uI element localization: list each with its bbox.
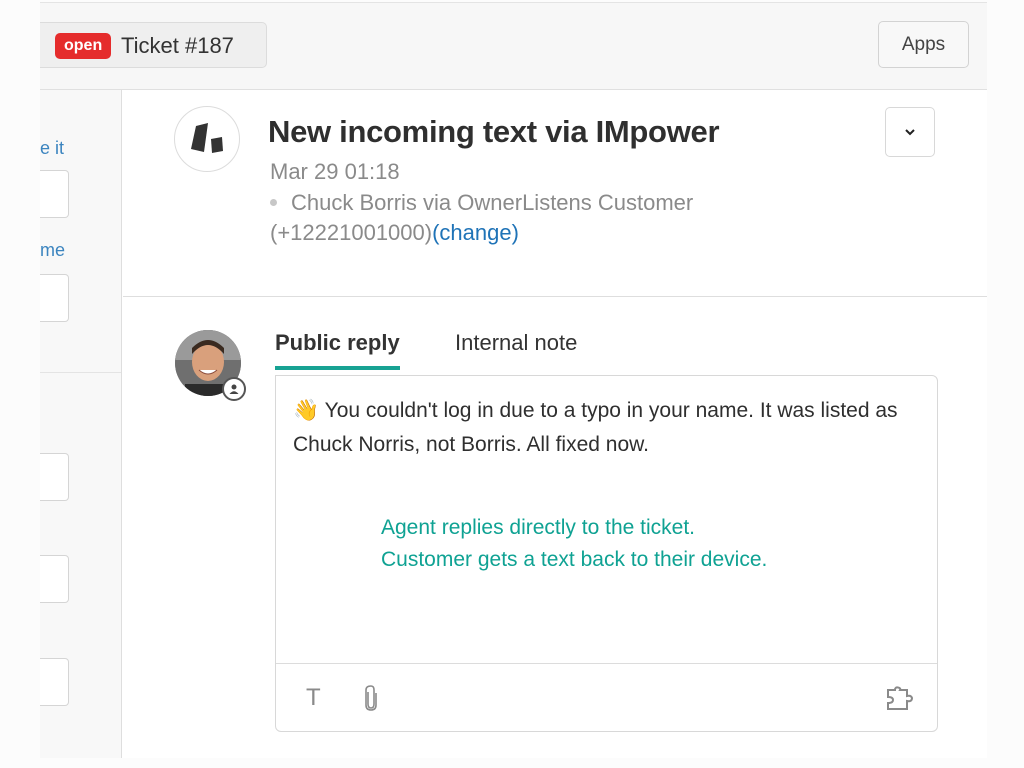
ticket-properties-sidebar: e it me [40, 90, 122, 758]
section-divider [123, 296, 987, 297]
sidebar-field-label[interactable]: e it [40, 138, 64, 159]
ticket-main-panel: New incoming text via IMpower Mar 29 01:… [123, 90, 987, 758]
annotation-callout: Agent replies directly to the ticket. Cu… [381, 512, 767, 576]
reply-body[interactable]: 👋 You couldn't log in due to a typo in y… [293, 394, 913, 462]
reply-editor[interactable]: 👋 You couldn't log in due to a typo in y… [275, 375, 938, 732]
ticket-subject: New incoming text via IMpower [268, 114, 720, 149]
channel-logo [174, 106, 240, 172]
agent-role-badge [222, 377, 246, 401]
ticket-header-bar: open Ticket #187 Apps [40, 3, 987, 90]
ticket-actions-dropdown[interactable] [885, 107, 935, 157]
app-frame: open Ticket #187 Apps e it me New incomi… [40, 2, 987, 758]
bullet-icon [270, 198, 277, 206]
chevron-down-icon [905, 129, 915, 136]
ticket-tab[interactable]: open Ticket #187 [40, 22, 267, 68]
reply-text: You couldn't log in due to a typo in you… [293, 399, 898, 456]
sidebar-field-input[interactable] [40, 274, 69, 322]
editor-toolbar: T [276, 663, 937, 732]
waving-hand-emoji: 👋 [293, 399, 320, 422]
text-format-icon[interactable]: T [306, 684, 321, 712]
tab-public-reply[interactable]: Public reply [275, 330, 400, 370]
sidebar-divider [40, 372, 121, 373]
sidebar-field-input[interactable] [40, 170, 69, 218]
tab-internal-note[interactable]: Internal note [455, 330, 577, 366]
status-badge: open [55, 33, 112, 59]
sidebar-field-input[interactable] [40, 658, 69, 706]
app-logo-icon [191, 123, 223, 153]
annotation-line: Customer gets a text back to their devic… [381, 548, 768, 571]
sidebar-field-label[interactable]: me [40, 240, 65, 261]
apps-button[interactable]: Apps [878, 21, 969, 68]
change-requester-link[interactable]: (change) [432, 220, 519, 245]
attachment-icon[interactable] [362, 684, 380, 719]
annotation-line: Agent replies directly to the ticket. [381, 516, 695, 539]
sidebar-field-input[interactable] [40, 555, 69, 603]
ticket-requester: Chuck Borris via OwnerListens Customer (… [270, 188, 770, 248]
ticket-timestamp: Mar 29 01:18 [270, 159, 400, 184]
apps-puzzle-icon[interactable] [885, 686, 914, 717]
sidebar-field-input[interactable] [40, 453, 69, 501]
ticket-tab-title: Ticket #187 [121, 33, 234, 58]
user-icon [229, 384, 239, 394]
